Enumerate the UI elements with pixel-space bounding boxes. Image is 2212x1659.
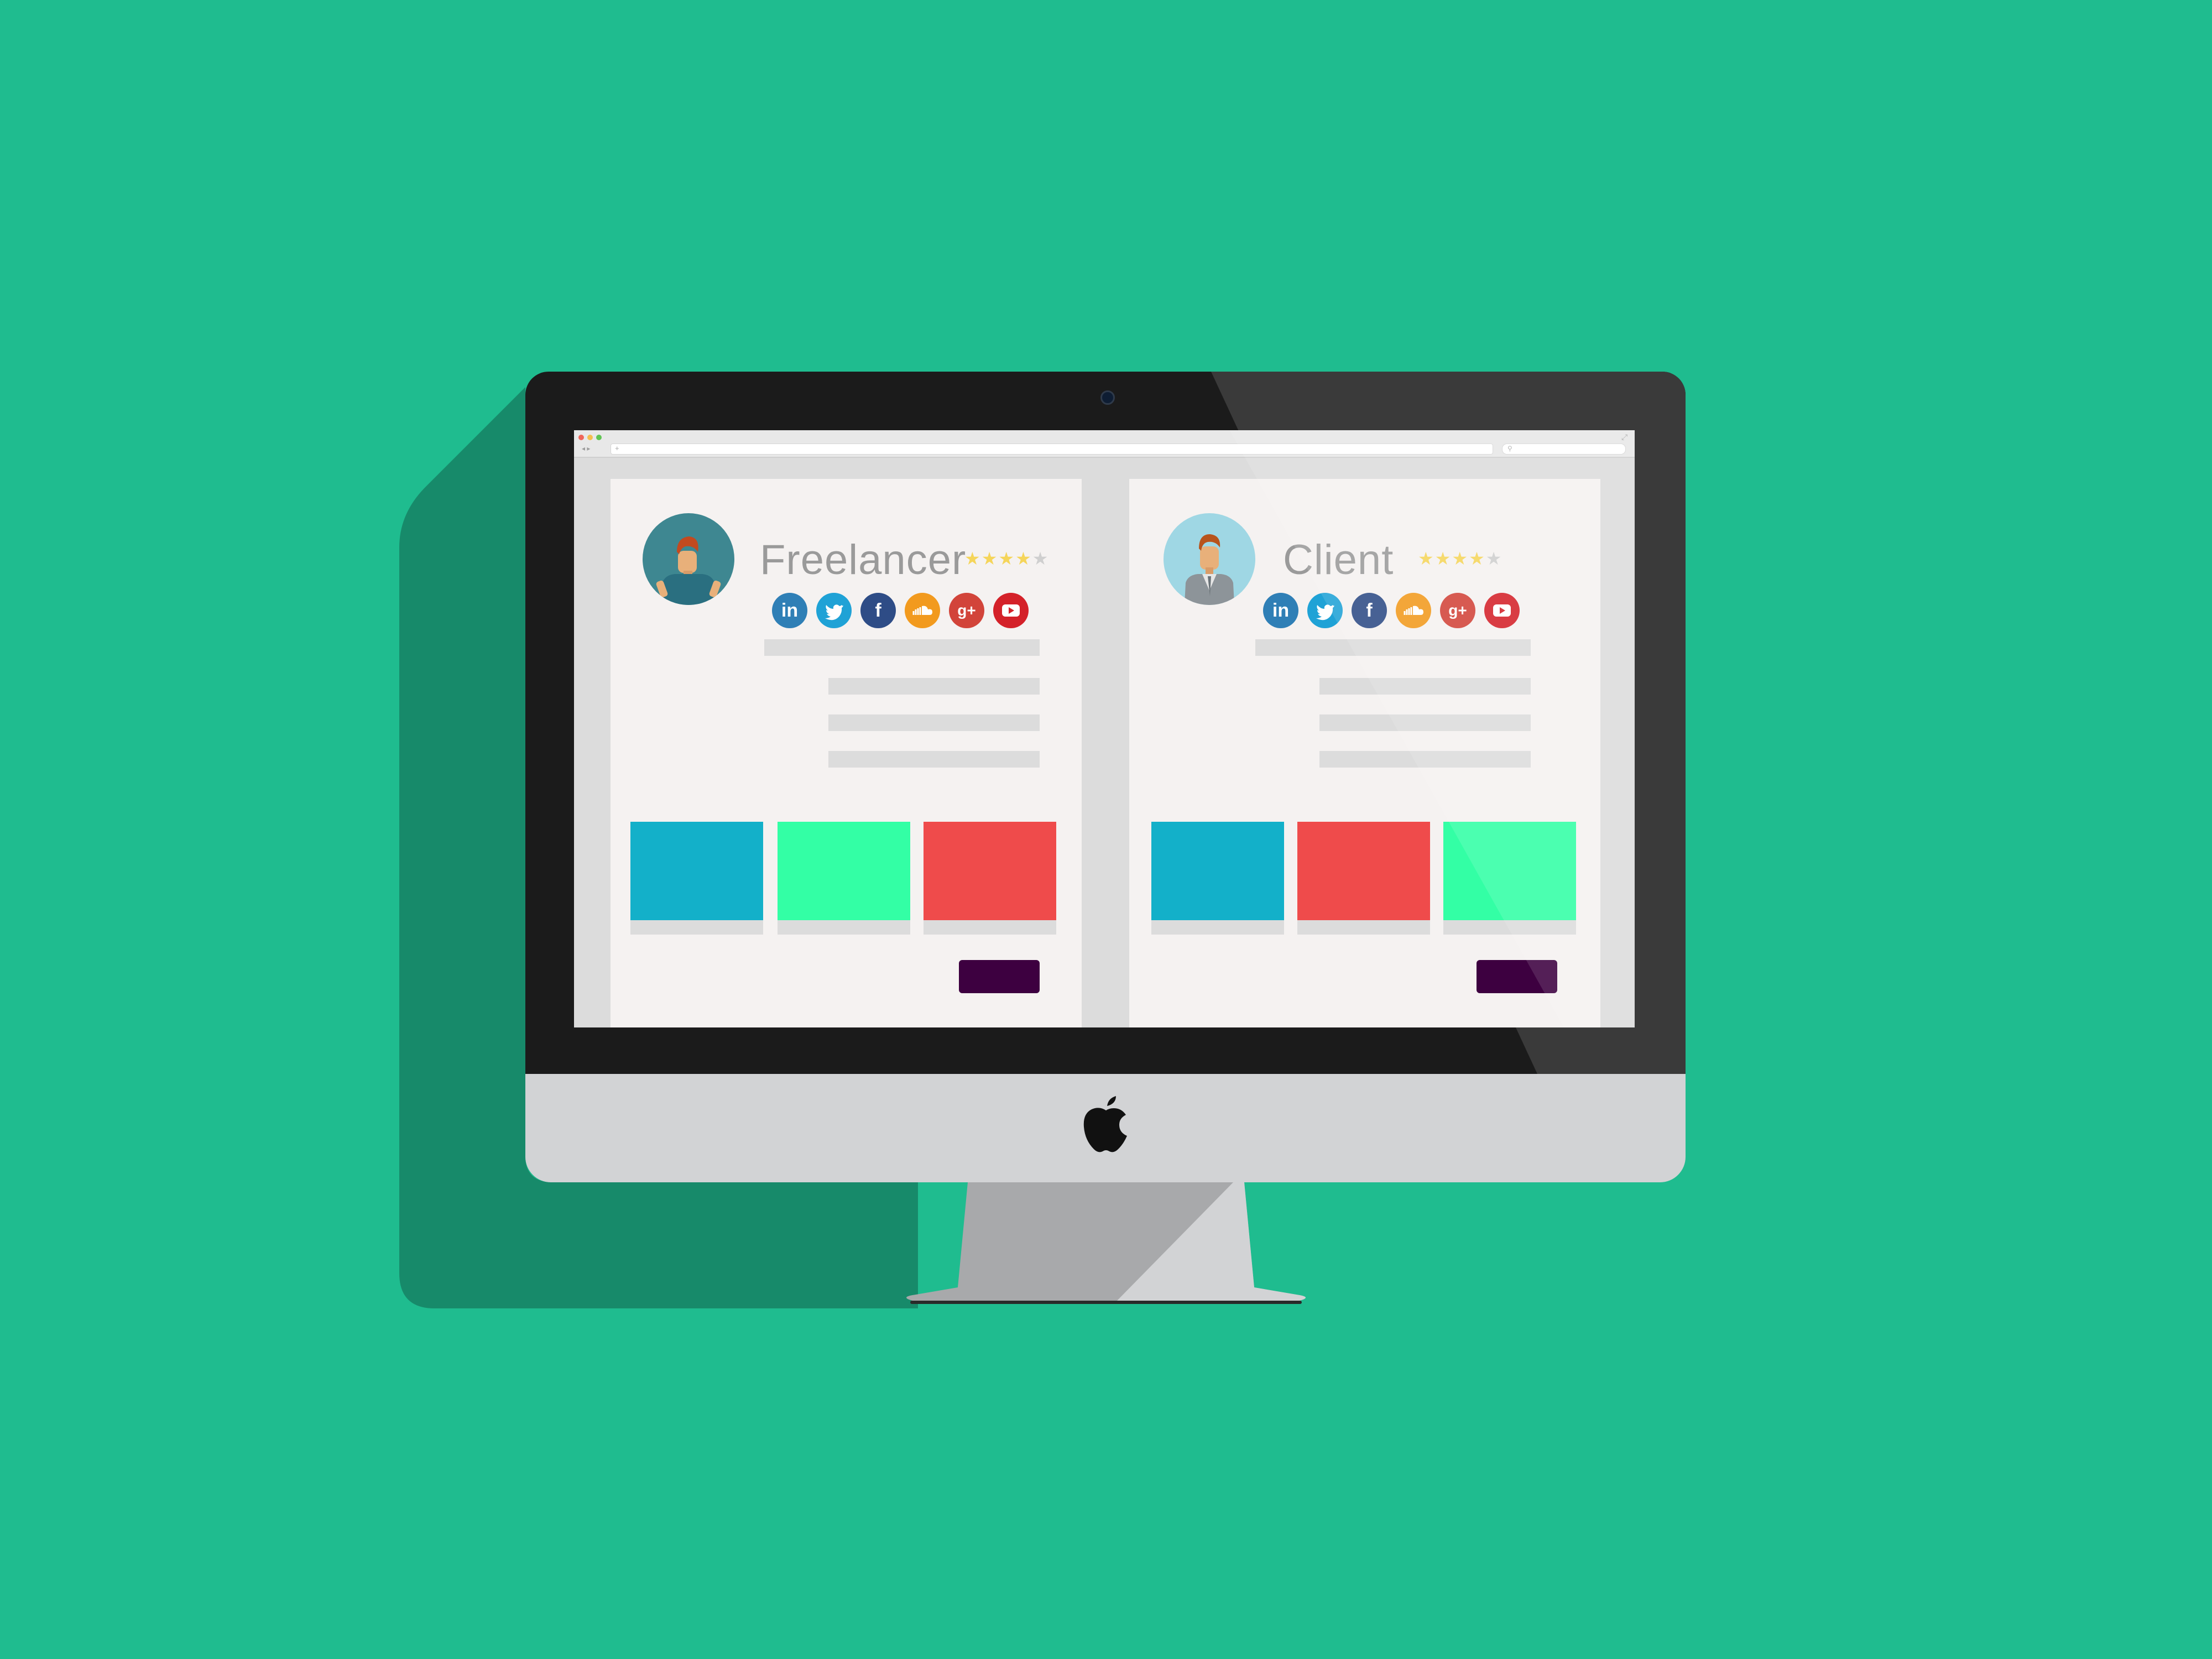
close-window-button[interactable] bbox=[578, 435, 584, 440]
star-filled-icon: ★ bbox=[964, 549, 982, 568]
client-portfolio-tile[interactable] bbox=[1443, 822, 1576, 920]
freelancer-youtube-icon[interactable] bbox=[993, 593, 1029, 628]
freelancer-subtitle-placeholder bbox=[764, 639, 1040, 656]
freelancer-avatar bbox=[643, 513, 734, 605]
star-filled-icon: ★ bbox=[1469, 549, 1486, 568]
freelancer-portfolio-tile[interactable] bbox=[778, 822, 910, 920]
tile-caption-placeholder bbox=[1297, 920, 1430, 935]
client-portfolio-tile[interactable] bbox=[1297, 822, 1430, 920]
client-profile-card: Client ★★★★★ in f g+ bbox=[1129, 479, 1600, 1027]
tile-caption-placeholder bbox=[924, 920, 1056, 935]
client-facebook-icon[interactable]: f bbox=[1352, 593, 1387, 628]
tile-caption-placeholder bbox=[778, 920, 910, 935]
client-youtube-icon[interactable] bbox=[1484, 593, 1520, 628]
client-detail-placeholder bbox=[1319, 678, 1531, 695]
freelancer-soundcloud-icon[interactable] bbox=[905, 593, 940, 628]
freelancer-person-icon bbox=[656, 536, 721, 605]
client-detail-placeholder bbox=[1319, 751, 1531, 768]
star-filled-icon: ★ bbox=[1418, 549, 1435, 568]
tile-caption-placeholder bbox=[1443, 920, 1576, 935]
client-linkedin-icon[interactable]: in bbox=[1263, 593, 1298, 628]
star-empty-icon: ★ bbox=[1032, 549, 1050, 568]
browser-search-input[interactable] bbox=[1502, 444, 1626, 455]
freelancer-detail-placeholder bbox=[828, 751, 1040, 768]
star-empty-icon: ★ bbox=[1485, 549, 1503, 568]
fullscreen-icon[interactable]: ⤢ bbox=[1621, 432, 1630, 441]
webcam bbox=[1100, 390, 1115, 405]
monitor-stand bbox=[906, 1182, 1306, 1304]
star-filled-icon: ★ bbox=[1452, 549, 1469, 568]
client-avatar bbox=[1164, 513, 1255, 605]
client-googleplus-icon[interactable]: g+ bbox=[1440, 593, 1475, 628]
star-filled-icon: ★ bbox=[1015, 549, 1032, 568]
client-detail-placeholder bbox=[1319, 714, 1531, 731]
client-portfolio-tile[interactable] bbox=[1151, 822, 1284, 920]
client-rating: ★★★★★ bbox=[1418, 547, 1503, 570]
freelancer-detail-placeholder bbox=[828, 714, 1040, 731]
star-filled-icon: ★ bbox=[998, 549, 1016, 568]
freelancer-portfolio-tile[interactable] bbox=[924, 822, 1056, 920]
new-tab-icon[interactable]: + bbox=[615, 444, 623, 453]
search-icon: ⚲ bbox=[1507, 445, 1512, 452]
freelancer-profile-card: Freelancer ★★★★★ in f g+ bbox=[611, 479, 1082, 1027]
freelancer-googleplus-icon[interactable]: g+ bbox=[949, 593, 984, 628]
screen: ◂ ▸ + ⚲ ⤢ Freelancer ★★★★★ in f g+ Clien… bbox=[574, 430, 1635, 1027]
freelancer-portfolio-tile[interactable] bbox=[630, 822, 763, 920]
freelancer-facebook-icon[interactable]: f bbox=[860, 593, 896, 628]
back-forward-buttons[interactable]: ◂ ▸ bbox=[582, 445, 604, 452]
client-person-icon bbox=[1185, 534, 1234, 605]
freelancer-detail-placeholder bbox=[828, 678, 1040, 695]
star-filled-icon: ★ bbox=[981, 549, 999, 568]
client-title: Client bbox=[1283, 536, 1394, 583]
client-soundcloud-icon[interactable] bbox=[1396, 593, 1431, 628]
client-subtitle-placeholder bbox=[1255, 639, 1531, 656]
apple-logo bbox=[1083, 1096, 1127, 1152]
address-bar[interactable] bbox=[611, 444, 1493, 455]
freelancer-title: Freelancer bbox=[760, 536, 967, 583]
freelancer-twitter-icon[interactable] bbox=[816, 593, 852, 628]
client-action-button[interactable] bbox=[1477, 960, 1557, 993]
tile-caption-placeholder bbox=[630, 920, 763, 935]
tile-caption-placeholder bbox=[1151, 920, 1284, 935]
freelancer-linkedin-icon[interactable]: in bbox=[772, 593, 807, 628]
star-filled-icon: ★ bbox=[1434, 549, 1452, 568]
freelancer-rating: ★★★★★ bbox=[964, 547, 1049, 570]
freelancer-action-button[interactable] bbox=[959, 960, 1040, 993]
zoom-window-button[interactable] bbox=[596, 435, 602, 440]
minimize-window-button[interactable] bbox=[587, 435, 593, 440]
client-twitter-icon[interactable] bbox=[1307, 593, 1343, 628]
